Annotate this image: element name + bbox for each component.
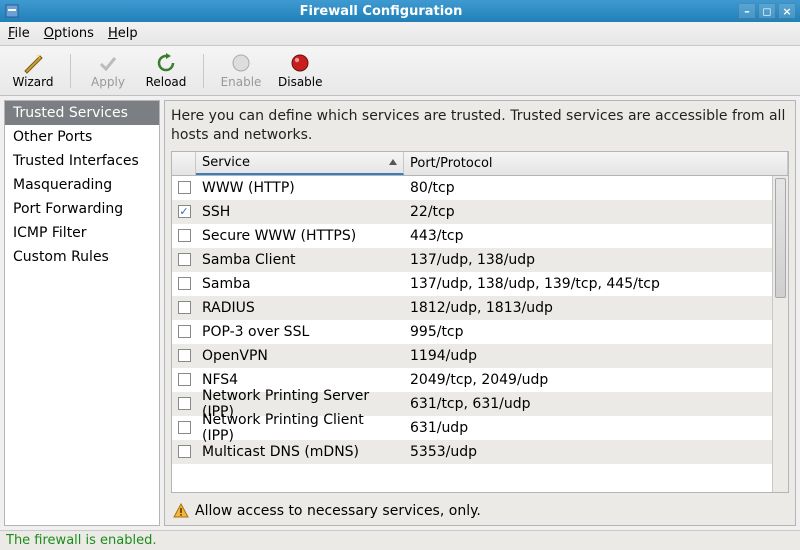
statusbar: The firewall is enabled. bbox=[0, 530, 800, 550]
hint-text: Allow access to necessary services, only… bbox=[195, 503, 481, 519]
panel-description: Here you can define which services are t… bbox=[171, 107, 789, 145]
close-button[interactable]: × bbox=[778, 3, 796, 19]
services-table: Service Port/Protocol WWW (HTTP)80/tcp ✓ S… bbox=[171, 151, 789, 493]
service-port: 80/tcp bbox=[404, 180, 788, 196]
menu-help[interactable]: Help bbox=[108, 26, 138, 41]
service-name: OpenVPN bbox=[196, 348, 404, 364]
wizard-button[interactable]: Wizard bbox=[8, 49, 58, 93]
table-row[interactable]: Multicast DNS (mDNS)5353/udp bbox=[172, 440, 788, 464]
enable-button: Enable bbox=[216, 49, 266, 93]
service-port: 995/tcp bbox=[404, 324, 788, 340]
service-port: 631/tcp, 631/udp bbox=[404, 396, 788, 412]
service-checkbox[interactable] bbox=[178, 421, 191, 434]
sort-ascending-icon bbox=[389, 159, 397, 165]
sidebar-item-trusted-services[interactable]: Trusted Services bbox=[5, 101, 159, 125]
sidebar: Trusted ServicesOther PortsTrusted Inter… bbox=[4, 100, 160, 526]
apply-button: Apply bbox=[83, 49, 133, 93]
table-row[interactable]: WWW (HTTP)80/tcp bbox=[172, 176, 788, 200]
vertical-scrollbar[interactable] bbox=[772, 176, 788, 492]
enable-label: Enable bbox=[221, 75, 262, 89]
service-checkbox[interactable] bbox=[178, 373, 191, 386]
wizard-label: Wizard bbox=[13, 75, 54, 89]
service-port: 443/tcp bbox=[404, 228, 788, 244]
table-row[interactable]: Samba137/udp, 138/udp, 139/tcp, 445/tcp bbox=[172, 272, 788, 296]
col-header-checkbox[interactable] bbox=[172, 152, 196, 175]
service-checkbox[interactable] bbox=[178, 397, 191, 410]
service-checkbox[interactable] bbox=[178, 181, 191, 194]
sidebar-item-other-ports[interactable]: Other Ports bbox=[5, 125, 159, 149]
service-port: 1812/udp, 1813/udp bbox=[404, 300, 788, 316]
service-name: SSH bbox=[196, 204, 404, 220]
reload-button[interactable]: Reload bbox=[141, 49, 191, 93]
toolbar-separator bbox=[70, 54, 71, 88]
service-name: RADIUS bbox=[196, 300, 404, 316]
service-port: 2049/tcp, 2049/udp bbox=[404, 372, 788, 388]
service-checkbox[interactable] bbox=[178, 325, 191, 338]
main-panel: Here you can define which services are t… bbox=[164, 100, 796, 526]
wizard-icon bbox=[22, 52, 44, 74]
window-titlebar: Firewall Configuration – ◻ × bbox=[0, 0, 800, 22]
sidebar-item-icmp-filter[interactable]: ICMP Filter bbox=[5, 221, 159, 245]
scrollbar-thumb[interactable] bbox=[775, 178, 786, 298]
minimize-button[interactable]: – bbox=[738, 3, 756, 19]
reload-label: Reload bbox=[146, 75, 187, 89]
service-port: 631/udp bbox=[404, 420, 788, 436]
service-name: NFS4 bbox=[196, 372, 404, 388]
table-row[interactable]: OpenVPN1194/udp bbox=[172, 344, 788, 368]
menubar: File Options Help bbox=[0, 22, 800, 46]
col-header-service[interactable]: Service bbox=[196, 152, 404, 175]
table-header: Service Port/Protocol bbox=[172, 152, 788, 176]
apply-icon bbox=[97, 52, 119, 74]
maximize-button[interactable]: ◻ bbox=[758, 3, 776, 19]
service-name: Network Printing Client (IPP) bbox=[196, 412, 404, 444]
service-checkbox[interactable] bbox=[178, 445, 191, 458]
sidebar-item-port-forwarding[interactable]: Port Forwarding bbox=[5, 197, 159, 221]
service-checkbox[interactable] bbox=[178, 253, 191, 266]
service-checkbox[interactable] bbox=[178, 277, 191, 290]
disable-button[interactable]: Disable bbox=[274, 49, 327, 93]
service-name: WWW (HTTP) bbox=[196, 180, 404, 196]
apply-label: Apply bbox=[91, 75, 125, 89]
window-title: Firewall Configuration bbox=[24, 4, 738, 19]
sidebar-item-custom-rules[interactable]: Custom Rules bbox=[5, 245, 159, 269]
service-port: 5353/udp bbox=[404, 444, 788, 460]
service-port: 1194/udp bbox=[404, 348, 788, 364]
col-header-port[interactable]: Port/Protocol bbox=[404, 152, 788, 175]
table-body: WWW (HTTP)80/tcp✓SSH22/tcpSecure WWW (HT… bbox=[172, 176, 788, 492]
disable-icon bbox=[289, 52, 311, 74]
table-row[interactable]: POP-3 over SSL995/tcp bbox=[172, 320, 788, 344]
status-text: The firewall is enabled. bbox=[6, 533, 156, 548]
service-name: Samba bbox=[196, 276, 404, 292]
table-row[interactable]: ✓ SSH22/tcp bbox=[172, 200, 788, 224]
enable-icon bbox=[230, 52, 252, 74]
service-checkbox[interactable] bbox=[178, 301, 191, 314]
service-port: 137/udp, 138/udp, 139/tcp, 445/tcp bbox=[404, 276, 788, 292]
app-icon bbox=[4, 3, 20, 19]
table-row[interactable]: Samba Client137/udp, 138/udp bbox=[172, 248, 788, 272]
service-name: POP-3 over SSL bbox=[196, 324, 404, 340]
toolbar: Wizard Apply Reload Enable Disable bbox=[0, 46, 800, 96]
toolbar-separator bbox=[203, 54, 204, 88]
service-checkbox[interactable]: ✓ bbox=[178, 205, 191, 218]
sidebar-item-masquerading[interactable]: Masquerading bbox=[5, 173, 159, 197]
service-name: Secure WWW (HTTPS) bbox=[196, 228, 404, 244]
menu-file[interactable]: File bbox=[8, 26, 30, 41]
warning-icon bbox=[173, 503, 189, 519]
service-name: Multicast DNS (mDNS) bbox=[196, 444, 404, 460]
service-checkbox[interactable] bbox=[178, 349, 191, 362]
service-port: 22/tcp bbox=[404, 204, 788, 220]
table-row[interactable]: Network Printing Client (IPP)631/udp bbox=[172, 416, 788, 440]
sidebar-item-trusted-interfaces[interactable]: Trusted Interfaces bbox=[5, 149, 159, 173]
panel-hint: Allow access to necessary services, only… bbox=[171, 499, 789, 519]
service-checkbox[interactable] bbox=[178, 229, 191, 242]
service-name: Samba Client bbox=[196, 252, 404, 268]
table-row[interactable]: RADIUS1812/udp, 1813/udp bbox=[172, 296, 788, 320]
reload-icon bbox=[155, 52, 177, 74]
menu-options[interactable]: Options bbox=[44, 26, 94, 41]
table-row[interactable]: Secure WWW (HTTPS)443/tcp bbox=[172, 224, 788, 248]
disable-label: Disable bbox=[278, 75, 323, 89]
service-port: 137/udp, 138/udp bbox=[404, 252, 788, 268]
